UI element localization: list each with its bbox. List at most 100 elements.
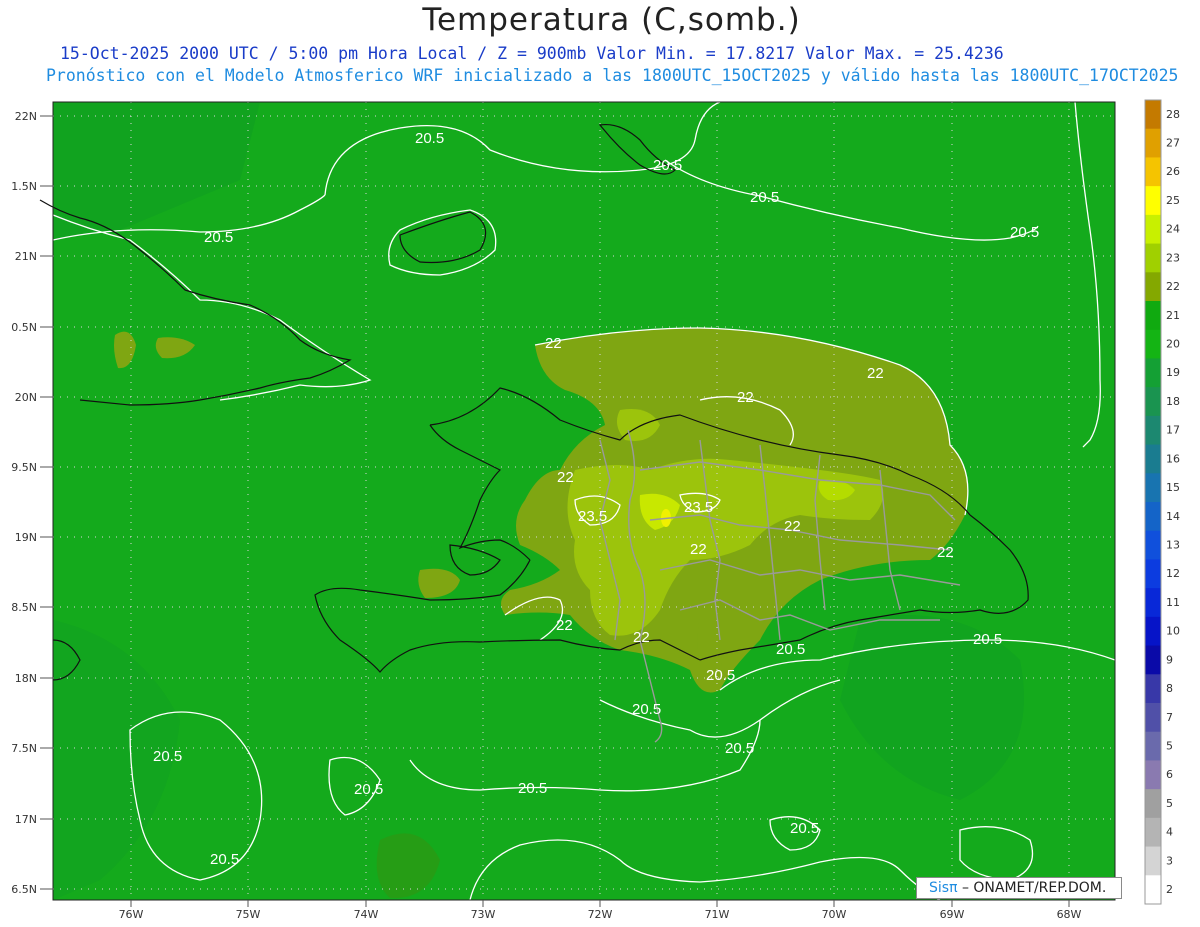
- colorbar-swatch: [1145, 157, 1161, 187]
- watermark-text: – ONAMET/REP.DOM.: [961, 880, 1107, 896]
- colorbar-label: 10: [1166, 625, 1180, 638]
- lat-label: 8.5N: [11, 601, 37, 614]
- colorbar-label: 5: [1166, 740, 1173, 753]
- contour-label: 20.5: [354, 781, 383, 798]
- colorbar-swatch: [1145, 817, 1161, 848]
- colorbar-swatch: [1145, 846, 1161, 876]
- lat-label: 22N: [15, 110, 37, 123]
- lat-label: 6.5N: [11, 883, 37, 896]
- contour-label: 20.5: [632, 701, 661, 718]
- colorbar-swatch: [1145, 358, 1161, 388]
- latitude-ticks: [40, 115, 53, 890]
- contour-label: 22: [937, 544, 954, 561]
- colorbar-label: 28: [1166, 108, 1180, 121]
- colorbar-label: 11: [1166, 596, 1180, 609]
- colorbar-swatch: [1145, 214, 1161, 245]
- contour-label: 20.5: [790, 820, 819, 837]
- lon-label: 71W: [705, 908, 730, 921]
- colorbar-label: 19: [1166, 366, 1180, 379]
- colorbar-label: 25: [1166, 194, 1180, 207]
- colorbar-label: 12: [1166, 567, 1180, 580]
- contour-label: 22: [557, 469, 574, 486]
- colorbar-label: 23: [1166, 251, 1180, 264]
- colorbar-label: 6: [1166, 768, 1173, 781]
- colorbar-swatch: [1145, 588, 1161, 618]
- colorbar-label: 15: [1166, 481, 1180, 494]
- colorbar-swatch: [1145, 473, 1161, 503]
- contour-label: 20.5: [750, 189, 779, 206]
- colorbar-label: 26: [1166, 165, 1180, 178]
- colorbar-label: 22: [1166, 280, 1180, 293]
- lon-label: 73W: [471, 908, 496, 921]
- contour-label: 22: [784, 518, 801, 535]
- contour-label: 20.5: [1010, 224, 1039, 241]
- colorbar-swatch: [1145, 502, 1161, 532]
- colorbar-label: 17: [1166, 424, 1180, 437]
- lat-label: 21N: [15, 250, 37, 263]
- colorbar-label: 24: [1166, 223, 1180, 236]
- colorbar-label: 27: [1166, 137, 1180, 150]
- colorbar-swatch: [1145, 645, 1161, 675]
- lon-label: 76W: [119, 908, 144, 921]
- contour-label: 23.5: [684, 499, 713, 516]
- latitude-labels: 22N 1.5N 21N 0.5N 20N 9.5N 19N 8.5N 18N …: [11, 110, 37, 896]
- lon-label: 70W: [822, 908, 847, 921]
- colorbar-swatch: [1145, 387, 1161, 417]
- contour-label: 23.5: [578, 508, 607, 525]
- colorbar-swatch: [1145, 731, 1161, 761]
- colorbar-swatch: [1145, 616, 1161, 647]
- lon-label: 74W: [354, 908, 379, 921]
- lon-label: 69W: [940, 908, 965, 921]
- colorbar-label: 20: [1166, 338, 1180, 351]
- contour-label: 22: [737, 389, 754, 406]
- colorbar-label: 3: [1166, 854, 1173, 867]
- contour-label: 20.5: [973, 631, 1002, 648]
- longitude-labels: 76W 75W 74W 73W 72W 71W 70W 69W 68W: [119, 908, 1082, 921]
- colorbar-label: 14: [1166, 510, 1180, 523]
- lat-label: 7.5N: [11, 742, 37, 755]
- watermark: Sisπ – ONAMET/REP.DOM.: [916, 877, 1122, 899]
- colorbar-swatch: [1145, 559, 1161, 589]
- contour-label: 22: [545, 335, 562, 352]
- watermark-brand: Sisπ: [929, 880, 958, 896]
- contour-label: 20.5: [706, 667, 735, 684]
- colorbar-label: 21: [1166, 309, 1180, 322]
- lat-label: 17N: [15, 813, 37, 826]
- contour-label: 22: [556, 617, 573, 634]
- colorbar-swatch: [1145, 703, 1161, 733]
- lat-label: 9.5N: [11, 461, 37, 474]
- colorbar-swatch: [1145, 444, 1161, 474]
- contour-label: 22: [690, 541, 707, 558]
- contour-label: 20.5: [653, 157, 682, 174]
- colorbar-label: 9: [1166, 653, 1173, 666]
- colorbar-label: 7: [1166, 711, 1173, 724]
- colorbar-swatch: [1145, 329, 1161, 359]
- colorbar-swatch: [1145, 186, 1161, 216]
- longitude-ticks: [130, 900, 1070, 907]
- colorbar-label: 16: [1166, 452, 1180, 465]
- contour-label: 20.5: [210, 851, 239, 868]
- colorbar-swatch: [1145, 760, 1161, 790]
- contour-label: 22: [867, 365, 884, 382]
- colorbar-label: 5: [1166, 797, 1173, 810]
- colorbar: 2827262524232221201918171615141312111098…: [1144, 99, 1180, 905]
- temperature-map: 20.5 20.5 20.5 20.5 20.5 22 22 22 22 23.…: [11, 99, 1180, 921]
- colorbar-swatch: [1145, 100, 1161, 130]
- colorbar-swatch: [1145, 415, 1161, 446]
- colorbar-swatch: [1145, 243, 1161, 273]
- lon-label: 75W: [236, 908, 261, 921]
- colorbar-swatch: [1145, 530, 1161, 560]
- colorbar-label: 18: [1166, 395, 1180, 408]
- contour-label: 20.5: [725, 740, 754, 757]
- contour-label: 20.5: [153, 748, 182, 765]
- colorbar-label: 8: [1166, 682, 1173, 695]
- contour-label: 20.5: [415, 130, 444, 147]
- lat-label: 0.5N: [11, 321, 37, 334]
- lon-label: 72W: [588, 908, 613, 921]
- colorbar-swatch: [1145, 272, 1161, 302]
- colorbar-swatch: [1145, 674, 1161, 704]
- colorbar-swatch: [1145, 301, 1161, 331]
- lat-label: 18N: [15, 672, 37, 685]
- colorbar-swatch: [1145, 128, 1161, 158]
- lat-label: 1.5N: [11, 180, 37, 193]
